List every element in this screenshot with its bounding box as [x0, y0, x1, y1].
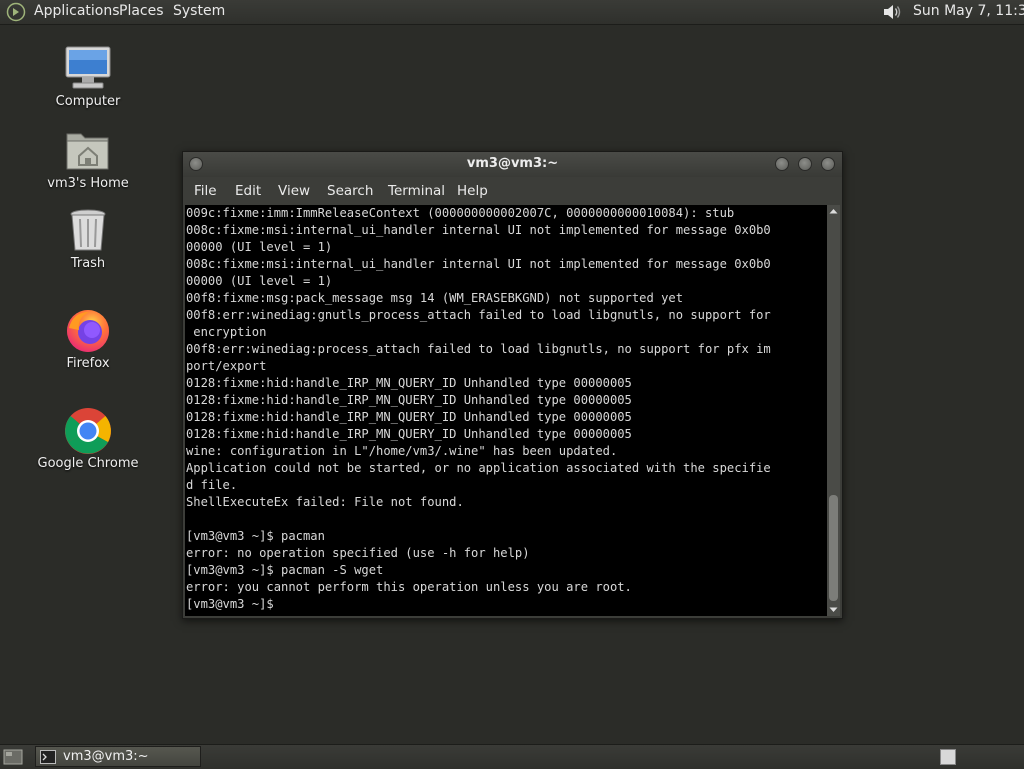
minimize-button[interactable] — [775, 157, 789, 171]
terminal-line: 008c:fixme:msi:internal_ui_handler inter… — [186, 223, 771, 237]
terminal-line: [vm3@vm3 ~]$ pacman — [186, 529, 325, 543]
terminal-icon — [40, 750, 56, 764]
menu-search[interactable]: Search — [327, 183, 373, 199]
terminal-line: 0128:fixme:hid:handle_IRP_MN_QUERY_ID Un… — [186, 427, 632, 441]
menubar: File Edit View Search Terminal Help — [183, 177, 842, 204]
terminal-lines: 009c:fixme:imm:ImmReleaseContext (000000… — [185, 205, 827, 613]
bottom-panel: vm3@vm3:~ — [0, 744, 1024, 769]
taskbar-button-terminal[interactable]: vm3@vm3:~ — [35, 746, 201, 767]
menu-help[interactable]: Help — [457, 183, 488, 199]
desktop-icon-label: vm3's Home — [47, 176, 129, 191]
window-titlebar[interactable]: vm3@vm3:~ — [183, 152, 842, 177]
terminal-line: wine: configuration in L"/home/vm3/.wine… — [186, 444, 618, 458]
terminal-line: encryption — [186, 325, 267, 339]
terminal-line: port/export — [186, 359, 267, 373]
menu-places[interactable]: Places — [119, 3, 164, 20]
taskbar-button-label: vm3@vm3:~ — [63, 749, 149, 764]
terminal-line: 00f8:fixme:msg:pack_message msg 14 (WM_E… — [186, 291, 684, 305]
desktop-icon-computer[interactable]: Computer — [33, 44, 143, 109]
computer-icon — [65, 46, 111, 89]
top-panel: Applications Places System Sun May 7, 11… — [0, 0, 1024, 25]
scroll-down-icon[interactable] — [827, 603, 840, 616]
show-desktop-icon[interactable] — [3, 748, 23, 766]
volume-icon[interactable] — [881, 2, 903, 22]
terminal-output[interactable]: 009c:fixme:imm:ImmReleaseContext (000000… — [185, 205, 827, 616]
desktop-icon-trash[interactable]: Trash — [33, 206, 143, 271]
gnome-foot-icon[interactable] — [6, 2, 26, 22]
terminal-window[interactable]: vm3@vm3:~ File Edit View Search Terminal… — [182, 151, 843, 619]
terminal-line: 00000 (UI level = 1) — [186, 240, 333, 254]
desktop-icon-label: Google Chrome — [37, 456, 139, 471]
trash-icon — [70, 209, 106, 251]
terminal-line: [vm3@vm3 ~]$ pacman -S wget — [186, 563, 384, 577]
desktop-icon-label: Computer — [55, 94, 121, 109]
menu-view[interactable]: View — [278, 183, 310, 199]
maximize-button[interactable] — [798, 157, 812, 171]
firefox-icon — [67, 310, 109, 352]
terminal-line: error: you cannot perform this operation… — [186, 580, 632, 594]
terminal-scrollbar[interactable] — [827, 205, 840, 616]
chrome-icon — [65, 408, 111, 454]
terminal-line: error: no operation specified (use -h fo… — [186, 546, 530, 560]
menu-edit[interactable]: Edit — [235, 183, 261, 199]
close-button[interactable] — [821, 157, 835, 171]
scroll-up-icon[interactable] — [827, 205, 840, 218]
terminal-line: 0128:fixme:hid:handle_IRP_MN_QUERY_ID Un… — [186, 376, 632, 390]
workspace-switcher[interactable] — [940, 749, 956, 765]
menu-file[interactable]: File — [194, 183, 217, 199]
menu-system[interactable]: System — [173, 3, 225, 20]
scrollbar-thumb[interactable] — [829, 495, 838, 601]
terminal-line: 009c:fixme:imm:ImmReleaseContext (000000… — [186, 206, 735, 220]
terminal-line: 0128:fixme:hid:handle_IRP_MN_QUERY_ID Un… — [186, 410, 632, 424]
terminal-line: ShellExecuteEx failed: File not found. — [186, 495, 464, 509]
menu-applications[interactable]: Applications — [34, 3, 120, 20]
terminal-line: 0128:fixme:hid:handle_IRP_MN_QUERY_ID Un… — [186, 393, 632, 407]
menu-terminal[interactable]: Terminal — [388, 183, 445, 199]
home-folder-icon — [66, 133, 109, 170]
desktop-icon-label: Trash — [70, 256, 106, 271]
terminal-line: 008c:fixme:msi:internal_ui_handler inter… — [186, 257, 771, 271]
terminal-line: d file. — [186, 478, 238, 492]
desktop-icon-firefox[interactable]: Firefox — [33, 306, 143, 371]
terminal-line: Application could not be started, or no … — [186, 461, 771, 475]
desktop-icon-home[interactable]: vm3's Home — [33, 126, 143, 191]
terminal-line: 00000 (UI level = 1) — [186, 274, 333, 288]
clock[interactable]: Sun May 7, 11:31 — [913, 3, 1024, 20]
window-title: vm3@vm3:~ — [466, 156, 559, 171]
terminal-line: 00f8:err:winediag:gnutls_process_attach … — [186, 308, 771, 322]
desktop-icon-label: Firefox — [66, 356, 110, 371]
terminal-line: [vm3@vm3 ~]$ — [186, 597, 274, 611]
desktop-icon-chrome[interactable]: Google Chrome — [33, 406, 143, 471]
terminal-line: 00f8:err:winediag:process_attach failed … — [186, 342, 771, 356]
